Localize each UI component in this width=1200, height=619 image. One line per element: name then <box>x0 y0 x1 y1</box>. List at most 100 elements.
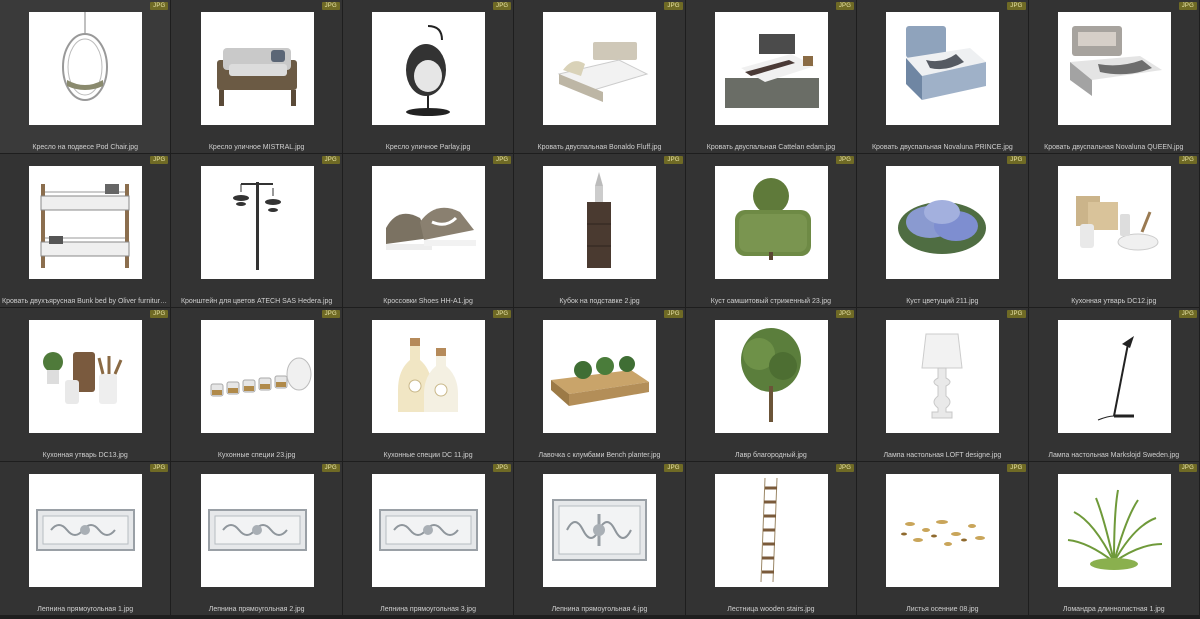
hanging-egg-chair-icon[interactable] <box>372 12 486 125</box>
double-bed-dark-icon[interactable] <box>714 12 828 125</box>
file-name: Лавр благородный.jpg <box>735 452 807 459</box>
file-type-badge: JPG <box>1007 2 1026 10</box>
grass-tuft-icon[interactable] <box>1057 474 1171 587</box>
file-tile[interactable]: JPG Кровать двуспальная Cattelan edam.jpg <box>685 0 858 154</box>
file-tile[interactable]: JPG Кубок на подставке 2.jpg <box>514 154 686 308</box>
file-type-badge: JPG <box>321 156 340 164</box>
file-tile[interactable]: JPG Кресло уличное Parlay.jpg <box>342 0 515 154</box>
file-name: Кресло уличное MISTRAL.jpg <box>208 144 305 151</box>
file-tile[interactable]: JPG Лестница wooden stairs.jpg <box>685 462 858 616</box>
file-tile[interactable]: JPG Листья осенние 08.jpg <box>857 462 1029 616</box>
file-name: Лепнина прямоугольная 3.jpg <box>380 606 476 613</box>
file-tile[interactable]: JPG Лепнина прямоугольная 3.jpg <box>342 462 515 616</box>
file-type-badge: JPG <box>1178 310 1197 318</box>
file-tile[interactable]: JPG Кухонная утварь DC13.jpg <box>0 308 172 462</box>
file-name: Куст цветущий 211.jpg <box>906 298 979 305</box>
file-name: Кронштейн для цветов ATECH SAS Hedera.jp… <box>180 298 333 305</box>
file-type-badge: JPG <box>493 310 512 318</box>
double-bed-gray-icon[interactable] <box>1057 12 1171 125</box>
file-type-badge: JPG <box>1007 464 1026 472</box>
file-name: Кровать двуспальная Novaluna QUEEN.jpg <box>1044 144 1184 151</box>
file-type-badge: JPG <box>664 156 683 164</box>
file-type-badge: JPG <box>1178 2 1197 10</box>
file-grid: JPG Кресло на подвесе Pod Chair.jpg JPG Кре… <box>0 0 1200 619</box>
file-name: Кресло на подвесе Pod Chair.jpg <box>32 144 138 151</box>
flowering-bush-icon[interactable] <box>886 166 1000 279</box>
file-name: Кухонные специи 23.jpg <box>217 452 296 459</box>
spice-jars-icon[interactable] <box>200 320 314 433</box>
file-name: Кресло уличное Parlay.jpg <box>385 144 471 151</box>
file-type-badge: JPG <box>664 310 683 318</box>
molding-panel-icon[interactable] <box>200 474 314 587</box>
sneakers-icon[interactable] <box>372 166 486 279</box>
kitchenware-icon[interactable] <box>1057 166 1171 279</box>
file-type-badge: JPG <box>835 156 855 164</box>
rope-ladder-icon[interactable] <box>714 474 828 587</box>
file-type-badge: JPG <box>150 2 169 10</box>
file-tile[interactable]: JPG Кровать двуспальная Bonaldo Fluff.jpg <box>514 0 686 154</box>
molding-panel-icon[interactable] <box>29 474 143 587</box>
file-type-badge: JPG <box>493 156 512 164</box>
file-name: Лампа настольная LOFT designe.jpg <box>883 452 1002 459</box>
file-name: Кровать двуспальная Bonaldo Fluff.jpg <box>537 144 662 151</box>
file-type-badge: JPG <box>1007 310 1026 318</box>
file-tile[interactable]: JPG Кроссовки Shoes HH-A1.jpg <box>342 154 515 308</box>
file-tile[interactable]: JPG Кухонные специи DC 11.jpg <box>342 308 515 462</box>
file-tile[interactable]: JPG Кресло уличное MISTRAL.jpg <box>171 0 343 154</box>
file-name: Лепнина прямоугольная 4.jpg <box>551 606 648 613</box>
bench-planter-icon[interactable] <box>543 320 657 433</box>
file-tile[interactable]: JPG Лампа настольная LOFT designe.jpg <box>857 308 1029 462</box>
file-type-badge: JPG <box>493 2 512 10</box>
file-type-badge: JPG <box>835 310 855 318</box>
boxwood-bush-icon[interactable] <box>714 166 828 279</box>
spice-bottles-icon[interactable] <box>372 320 486 433</box>
file-name: Лепнина прямоугольная 2.jpg <box>208 606 305 613</box>
file-name: Кровать двухъярусная Bunk bed by Oliver … <box>2 298 169 305</box>
file-tile[interactable]: JPG Куст цветущий 211.jpg <box>857 154 1029 308</box>
file-type-badge: JPG <box>321 310 340 318</box>
file-name: Лепнина прямоугольная 1.jpg <box>37 606 134 613</box>
outdoor-armchair-icon[interactable] <box>200 12 314 125</box>
bunk-bed-icon[interactable] <box>29 166 143 279</box>
file-type-badge: JPG <box>150 310 169 318</box>
hanging-pod-chair-icon[interactable] <box>29 12 143 125</box>
file-name: Куст самшитовый стриженный 23.jpg <box>710 298 832 305</box>
file-tile[interactable]: JPG Кронштейн для цветов ATECH SAS Hedera… <box>171 154 343 308</box>
table-lamp-icon[interactable] <box>886 320 1000 433</box>
trophy-stand-icon[interactable] <box>543 166 657 279</box>
file-tile[interactable]: JPG Лепнина прямоугольная 2.jpg <box>171 462 343 616</box>
file-tile[interactable]: JPG Лавочка с клумбами Bench planter.jpg <box>514 308 686 462</box>
file-tile[interactable]: JPG Кресло на подвесе Pod Chair.jpg <box>0 0 172 154</box>
laurel-tree-icon[interactable] <box>714 320 828 433</box>
file-tile[interactable]: JPG Кровать двухъярусная Bunk bed by Oliv… <box>0 154 172 308</box>
file-name: Лавочка с клумбами Bench planter.jpg <box>538 452 661 459</box>
file-tile[interactable]: JPG Лепнина прямоугольная 1.jpg <box>0 462 172 616</box>
molding-panel-large-icon[interactable] <box>543 474 657 587</box>
autumn-leaves-icon[interactable] <box>886 474 1000 587</box>
file-tile[interactable]: JPG Лавр благородный.jpg <box>685 308 858 462</box>
file-tile[interactable]: JPG Кухонные специи 23.jpg <box>171 308 343 462</box>
double-bed-icon[interactable] <box>543 12 657 125</box>
file-name: Лампа настольная Markslojd Sweden.jpg <box>1048 452 1180 459</box>
flower-bracket-icon[interactable] <box>200 166 314 279</box>
file-type-badge: JPG <box>664 464 683 472</box>
molding-panel-icon[interactable] <box>372 474 486 587</box>
file-tile[interactable]: JPG Лампа настольная Markslojd Sweden.jpg <box>1028 308 1200 462</box>
file-tile[interactable]: JPG Кухонная утварь DC12.jpg <box>1028 154 1200 308</box>
file-tile[interactable]: JPG Ломандра длиннолистная 1.jpg <box>1028 462 1200 616</box>
file-tile[interactable]: JPG Кровать двуспальная Novaluna PRINCE.j… <box>857 0 1029 154</box>
file-type-badge: JPG <box>1178 156 1197 164</box>
file-tile[interactable]: JPG Кровать двуспальная Novaluna QUEEN.jp… <box>1028 0 1200 154</box>
double-bed-blue-icon[interactable] <box>886 12 1000 125</box>
file-type-badge: JPG <box>321 464 340 472</box>
file-name: Кровать двуспальная Novaluna PRINCE.jpg <box>871 144 1013 151</box>
file-tile[interactable]: JPG Куст самшитовый стриженный 23.jpg <box>685 154 858 308</box>
kitchenware-plant-icon[interactable] <box>29 320 143 433</box>
file-tile[interactable]: JPG Лепнина прямоугольная 4.jpg <box>514 462 686 616</box>
file-name: Лестница wooden stairs.jpg <box>727 606 815 613</box>
desk-lamp-icon[interactable] <box>1057 320 1171 433</box>
file-type-badge: JPG <box>664 2 683 10</box>
file-name: Кроссовки Shoes HH-A1.jpg <box>383 298 473 305</box>
file-type-badge: JPG <box>1178 464 1197 472</box>
file-name: Листья осенние 08.jpg <box>906 606 979 613</box>
